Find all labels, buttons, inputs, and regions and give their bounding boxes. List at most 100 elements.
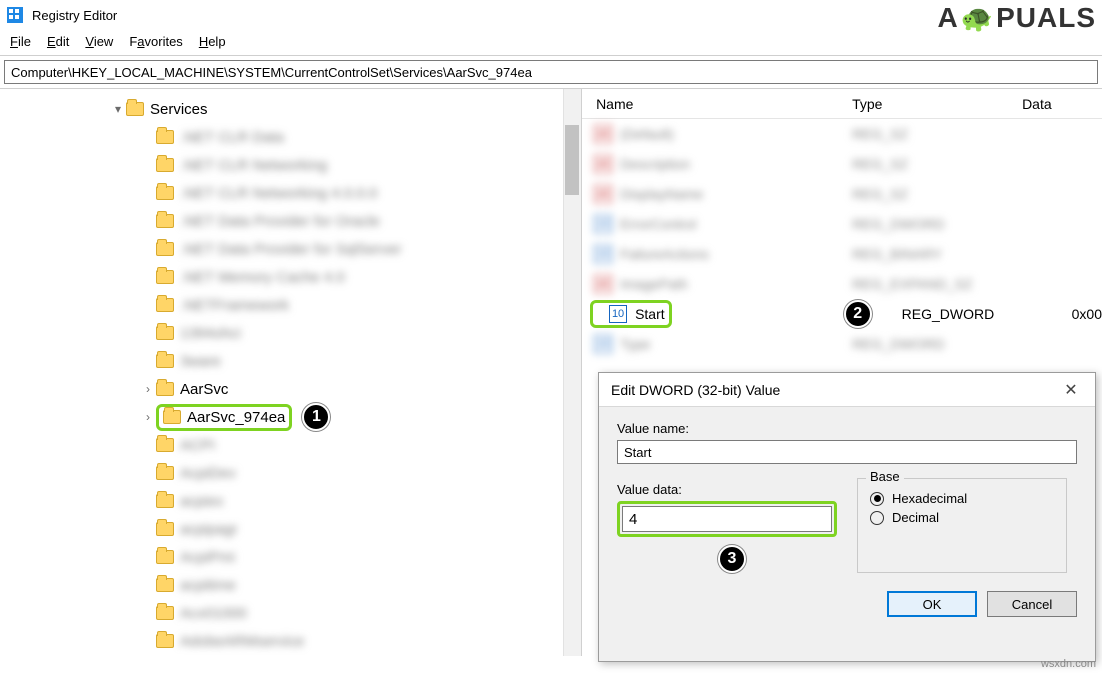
value-data-field[interactable] (622, 506, 832, 532)
folder-icon (156, 326, 174, 340)
reg-dword-icon: 10 (594, 335, 612, 353)
values-header: Name Type Data (582, 89, 1102, 119)
col-data[interactable]: Data (1022, 96, 1102, 112)
tree-item--net-data-provider-for-oracle[interactable]: .NET Data Provider for Oracle (0, 207, 581, 235)
radio-dot-icon (870, 511, 884, 525)
tree-item-label: AcpiPmi (180, 549, 235, 566)
tree-item-label: .NET CLR Networking 4.0.0.0 (180, 185, 377, 202)
tree-item-acx01000[interactable]: Acx01000 (0, 599, 581, 627)
tree-item-label: acpiex (180, 493, 223, 510)
value-row-type[interactable]: 10TypeREG_DWORD (582, 329, 1102, 359)
menu-edit[interactable]: Edit (47, 34, 69, 49)
caret-down-icon: ▾ (110, 102, 126, 116)
value-type: REG_BINARY (852, 246, 1022, 262)
tree-item-highlight: AarSvc_974ea (156, 404, 292, 431)
folder-icon (156, 466, 174, 480)
radio-hexadecimal[interactable]: Hexadecimal (870, 491, 1054, 506)
tree-item-3ware[interactable]: 3ware (0, 347, 581, 375)
folder-icon (126, 102, 144, 116)
tree-item-label: .NETFramework (180, 297, 289, 314)
tree-item-acpi[interactable]: ACPI (0, 431, 581, 459)
close-icon[interactable]: ✕ (1059, 380, 1083, 400)
dialog-titlebar[interactable]: Edit DWORD (32-bit) Value ✕ (599, 373, 1095, 407)
tree-item-acpipmi[interactable]: AcpiPmi (0, 543, 581, 571)
value-type: REG_EXPAND_SZ (852, 276, 1022, 292)
scroll-thumb[interactable] (565, 125, 579, 195)
value-row-errorcontrol[interactable]: 10ErrorControlREG_DWORD (582, 209, 1102, 239)
annotation-badge-1: 1 (302, 403, 330, 431)
tree-item-aarsvc[interactable]: ›AarSvc (0, 375, 581, 403)
value-type: REG_SZ (852, 186, 1022, 202)
radio-dec-label: Decimal (892, 510, 939, 525)
menu-help[interactable]: Help (199, 34, 226, 49)
tree-item--net-clr-data[interactable]: .NET CLR Data (0, 123, 581, 151)
tree-item-label: acpipagr (180, 521, 238, 538)
radio-dot-icon (870, 492, 884, 506)
cancel-button[interactable]: Cancel (987, 591, 1077, 617)
folder-icon (156, 382, 174, 396)
reg-string-icon: ab (594, 125, 612, 143)
radio-decimal[interactable]: Decimal (870, 510, 1054, 525)
address-bar[interactable]: Computer\HKEY_LOCAL_MACHINE\SYSTEM\Curre… (4, 60, 1098, 84)
col-type[interactable]: Type (852, 96, 1022, 112)
reg-dword-icon: 10 (609, 305, 627, 323)
value-row-displayname[interactable]: abDisplayNameREG_SZ (582, 179, 1102, 209)
tree-item--net-data-provider-for-sqlserver[interactable]: .NET Data Provider for SqlServer (0, 235, 581, 263)
reg-string-icon: ab (594, 275, 612, 293)
tree-item-label: .NET Memory Cache 4.0 (180, 269, 345, 286)
value-name: DisplayName (620, 186, 852, 202)
value-name: ImagePath (620, 276, 852, 292)
tree-item--net-clr-networking-4-0-0-0[interactable]: .NET CLR Networking 4.0.0.0 (0, 179, 581, 207)
edit-dword-dialog: Edit DWORD (32-bit) Value ✕ Value name: … (598, 372, 1096, 662)
tree-pane: ▾ Services .NET CLR Data.NET CLR Network… (0, 89, 582, 656)
address-text: Computer\HKEY_LOCAL_MACHINE\SYSTEM\Curre… (11, 65, 532, 80)
tree-item-label: AcpiDev (180, 465, 236, 482)
value-type: REG_SZ (852, 126, 1022, 142)
folder-icon (156, 214, 174, 228)
window-title: Registry Editor (32, 8, 117, 23)
dialog-title: Edit DWORD (32-bit) Value (611, 382, 780, 398)
menu-file[interactable]: File (10, 34, 31, 49)
tree-item-label: AarSvc (180, 381, 228, 398)
col-name[interactable]: Name (582, 96, 852, 112)
tree-item--net-memory-cache-4-0[interactable]: .NET Memory Cache 4.0 (0, 263, 581, 291)
tree-item--net-clr-networking[interactable]: .NET CLR Networking (0, 151, 581, 179)
value-row-start[interactable]: 10Start2REG_DWORD0x00 (582, 299, 1102, 329)
tree-parent-services[interactable]: ▾ Services (0, 95, 581, 123)
value-name: Description (620, 156, 852, 172)
folder-icon (156, 354, 174, 368)
folder-icon (156, 494, 174, 508)
folder-icon (156, 186, 174, 200)
ok-button[interactable]: OK (887, 591, 977, 617)
tree-item-acpiex[interactable]: acpiex (0, 487, 581, 515)
folder-icon (156, 270, 174, 284)
tree-scrollbar[interactable] (563, 89, 581, 656)
tree-item-label: .NET Data Provider for Oracle (180, 213, 380, 230)
value-type: REG_DWORD (852, 336, 1022, 352)
base-legend: Base (866, 469, 904, 484)
value-row--default-[interactable]: ab (Default)REG_SZ (582, 119, 1102, 149)
value-name-field[interactable] (617, 440, 1077, 464)
radio-hex-label: Hexadecimal (892, 491, 967, 506)
tree-item-acpipagr[interactable]: acpipagr (0, 515, 581, 543)
value-data-highlight (617, 501, 837, 537)
watermark: wsxdn.com (1041, 658, 1096, 670)
menu-view[interactable]: View (85, 34, 113, 49)
value-type: REG_DWORD (852, 216, 1022, 232)
value-row-failureactions[interactable]: 10FailureActionsREG_BINARY (582, 239, 1102, 269)
folder-icon (156, 522, 174, 536)
tree-item-label: acpitime (180, 577, 236, 594)
tree-item-acpidev[interactable]: AcpiDev (0, 459, 581, 487)
value-name: (Default) (620, 126, 852, 142)
tree-item-aarsvc-974ea[interactable]: ›AarSvc_974ea1 (0, 403, 581, 431)
folder-icon (156, 158, 174, 172)
tree-item-acpitime[interactable]: acpitime (0, 571, 581, 599)
tree-item-label: 3ware (180, 353, 221, 370)
menu-favorites[interactable]: Favorites (129, 34, 182, 49)
tree-item--netframework[interactable]: .NETFramework (0, 291, 581, 319)
folder-icon (156, 578, 174, 592)
tree-item-1394ohci[interactable]: 1394ohci (0, 319, 581, 347)
tree-item-adobearmservice[interactable]: AdobeARMservice (0, 627, 581, 655)
value-row-imagepath[interactable]: ab ImagePathREG_EXPAND_SZ (582, 269, 1102, 299)
value-row-description[interactable]: abDescriptionREG_SZ (582, 149, 1102, 179)
